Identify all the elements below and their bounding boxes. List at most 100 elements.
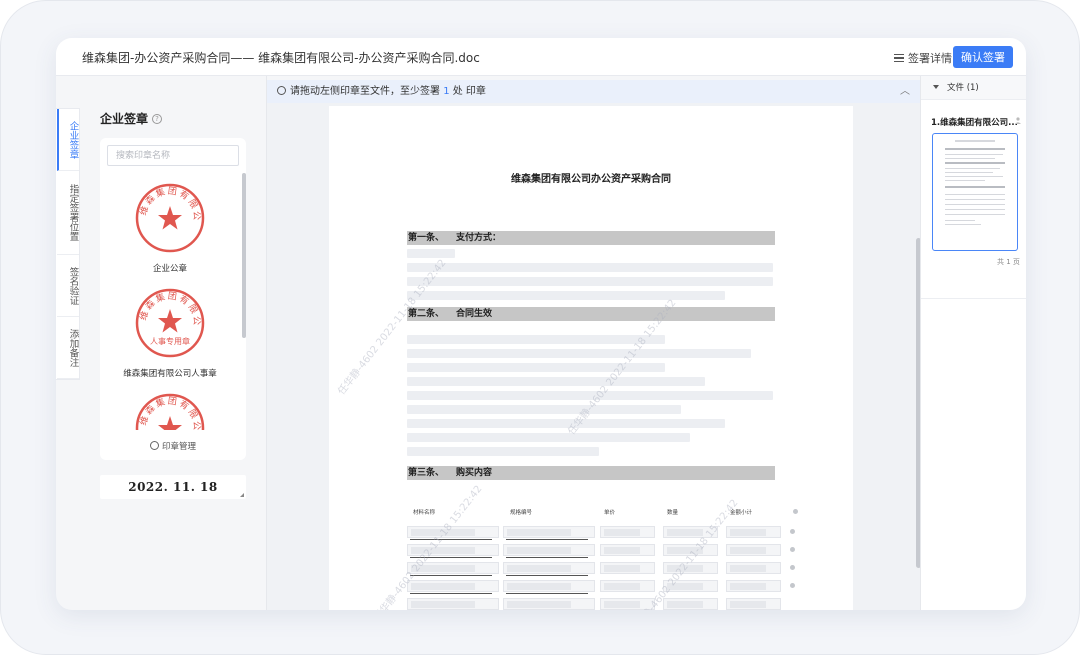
page-thumbnail[interactable]: [932, 133, 1018, 251]
table-cell: [726, 598, 781, 610]
table-cell: [663, 598, 718, 610]
files-header-label: 文件 (1): [947, 83, 979, 93]
notice-suffix: 处 印章: [452, 86, 486, 97]
section-title: 支付方式：: [456, 233, 502, 243]
text-line: [407, 377, 705, 386]
page-count: 共 1 页: [997, 258, 1020, 266]
top-bar: 维森集团-办公资产采购合同—— 维森集团有限公司-办公资产采购合同.doc 签署…: [56, 38, 1026, 76]
section-title: 合同生效: [456, 309, 493, 319]
sign-notice-bar: 请拖动左侧印章至文件，至少签署 1 处 印章 ︿: [267, 80, 920, 103]
date-stamp-text: 2022. 11. 18: [128, 480, 218, 494]
seal-item-third[interactable]: 维森集团有限公司: [100, 384, 240, 430]
signing-window: 维森集团-办公资产采购合同—— 维森集团有限公司-办公资产采购合同.doc 签署…: [56, 38, 1026, 610]
table-cell: [600, 544, 655, 556]
watermark: 任华静-4602 2022-11-18 15:22:42: [336, 257, 449, 398]
seal-icon: 维森集团有限公司: [128, 384, 205, 430]
section-heading: 第三条、 购买内容: [407, 466, 775, 480]
files-header[interactable]: 文件 (1): [921, 76, 1026, 100]
collapse-icon[interactable]: ︿: [900, 80, 910, 103]
row-action-icon[interactable]: [793, 509, 798, 514]
underline: [506, 575, 588, 576]
sign-details-button[interactable]: 签署详情: [894, 50, 952, 66]
date-stamp[interactable]: 2022. 11. 18: [100, 475, 246, 499]
seal-list-card: 维森集团有限公司 企业公章 维森集团有限公司 人事专用章 维森集团有限公司人事章: [100, 138, 246, 460]
tab-add-note[interactable]: 添加备注: [56, 317, 79, 379]
section-heading: 第一条、 支付方式：: [407, 231, 775, 245]
seal-panel-title-text: 企业签章: [100, 112, 149, 126]
text-line: [407, 335, 665, 344]
list-icon: [894, 53, 904, 63]
table-cell: [726, 544, 781, 556]
file-panel: 文件 (1) 1.维森集团有限公司... 共 1 页: [920, 76, 1026, 610]
file-name[interactable]: 1.维森集团有限公司...: [931, 116, 1018, 128]
table-cell: [503, 526, 595, 538]
clock-icon: [277, 86, 286, 95]
side-tab-bar: 企业签章 指定签署位置 签名验证 添加备注: [56, 108, 80, 380]
document-title: 维森集团-办公资产采购合同—— 维森集团有限公司-办公资产采购合同.doc: [82, 51, 480, 65]
section-number: 第二条、: [408, 309, 445, 319]
confirm-sign-button[interactable]: 确认签署: [953, 46, 1013, 68]
document-viewer: 维森集团有限公司办公资产采购合同 第一条、 支付方式： 第二条、 合同生效 第三条、…: [267, 103, 920, 610]
resize-handle-icon[interactable]: [240, 493, 244, 497]
contract-title: 维森集团有限公司办公资产采购合同: [511, 174, 671, 185]
seal-name: 维森集团有限公司人事章: [123, 369, 217, 379]
table-cell: [726, 562, 781, 574]
table-cell: [407, 598, 499, 610]
text-line: [407, 263, 773, 272]
tab-assign-position[interactable]: 指定签署位置: [56, 171, 79, 255]
hr-seal-icon: 维森集团有限公司 人事专用章: [128, 279, 205, 358]
text-line: [407, 349, 751, 358]
seal-manage-button[interactable]: 印章管理: [100, 440, 246, 452]
underline: [410, 593, 492, 594]
text-line: [407, 291, 725, 300]
seal-search-input[interactable]: [107, 145, 239, 166]
underline: [410, 539, 492, 540]
gear-icon: [149, 441, 159, 450]
table-header: 材料名称: [413, 510, 436, 516]
company-seal-icon: 维森集团有限公司: [128, 178, 205, 253]
section-title: 购买内容: [456, 468, 493, 478]
table-header: 规格编号: [510, 510, 533, 516]
row-action-icon[interactable]: [790, 529, 795, 534]
tab-company-seal[interactable]: 企业签章: [56, 109, 79, 171]
section-number: 第一条、: [408, 233, 445, 243]
notice-count: 1: [443, 86, 450, 97]
section-number: 第三条、: [408, 468, 445, 478]
underline: [506, 557, 588, 558]
text-line: [407, 405, 681, 414]
seal-item-hr[interactable]: 维森集团有限公司 人事专用章 维森集团有限公司人事章: [100, 279, 240, 379]
table-cell: [407, 580, 499, 592]
row-action-icon[interactable]: [790, 547, 795, 552]
seal-list-scrollbar[interactable]: [242, 173, 246, 338]
table-cell: [503, 562, 595, 574]
text-line: [407, 433, 690, 442]
text-line: [407, 277, 773, 286]
caret-down-icon: [933, 85, 939, 89]
table-cell: [503, 544, 595, 556]
text-line: [407, 447, 599, 456]
text-line: [407, 249, 455, 258]
table-cell: [726, 526, 781, 538]
help-icon[interactable]: ?: [152, 113, 163, 124]
table-header: 数量: [667, 510, 679, 516]
sign-details-label: 签署详情: [908, 52, 952, 65]
table-cell: [600, 580, 655, 592]
notice-text: 请拖动左侧印章至文件，至少签署: [290, 86, 440, 97]
table-cell: [503, 580, 595, 592]
document-page[interactable]: 维森集团有限公司办公资产采购合同 第一条、 支付方式： 第二条、 合同生效 第三条、…: [329, 106, 853, 610]
underline: [506, 593, 588, 594]
tab-signature-verify[interactable]: 签名验证: [56, 255, 79, 317]
seal-panel-title: 企业签章 ?: [100, 110, 163, 127]
section-heading: 第二条、 合同生效: [407, 307, 775, 321]
seal-name: 企业公章: [152, 264, 187, 274]
underline: [506, 539, 588, 540]
user-icon: [1015, 117, 1021, 124]
seal-manage-label: 印章管理: [161, 442, 196, 452]
seal-bottom-text: 人事专用章: [150, 336, 190, 346]
seal-item-company[interactable]: 维森集团有限公司 企业公章: [100, 178, 240, 274]
divider: [921, 298, 1026, 299]
underline: [410, 575, 492, 576]
row-action-icon[interactable]: [790, 565, 795, 570]
table-header: 单价: [604, 510, 616, 516]
row-action-icon[interactable]: [790, 583, 795, 588]
